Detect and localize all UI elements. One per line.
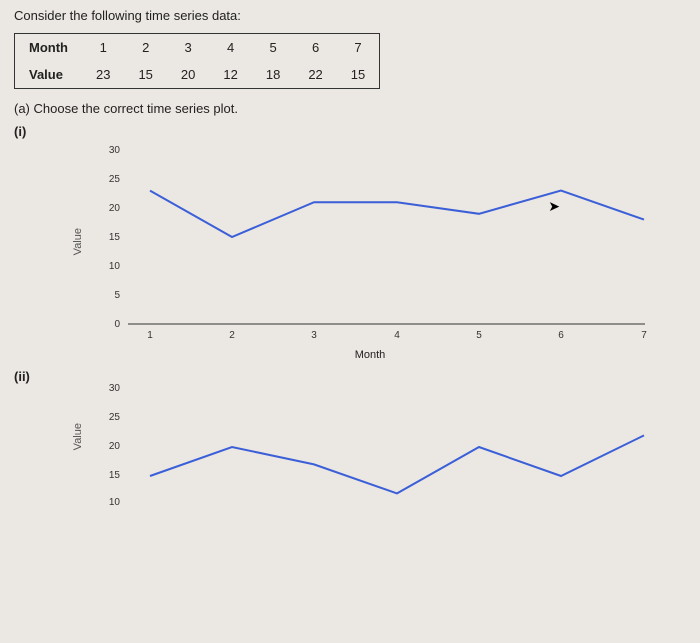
table-cell: 7 [337, 34, 380, 62]
table-cell: 2 [124, 34, 166, 62]
chart-label-ii: (ii) [14, 367, 44, 384]
row-header: Value [15, 61, 82, 89]
chart-i: Value 0 5 10 15 20 25 30 1 2 [72, 122, 650, 361]
x-tick: 6 [558, 330, 564, 341]
table-cell: 22 [294, 61, 336, 89]
x-axis-label: Month [90, 349, 650, 361]
chart-i-svg: 0 5 10 15 20 25 30 1 2 3 4 5 6 [90, 122, 650, 347]
chart-ii-svg: 10 15 20 25 30 [90, 367, 650, 507]
y-tick: 10 [109, 497, 121, 507]
table-cell: 4 [209, 34, 251, 62]
y-tick: 20 [109, 203, 121, 214]
table-cell: 3 [167, 34, 209, 62]
y-axis-label: Value [72, 228, 84, 255]
table-cell: 20 [167, 61, 209, 89]
x-tick: 2 [229, 330, 235, 341]
x-tick: 4 [394, 330, 400, 341]
part-a-text: (a) Choose the correct time series plot. [14, 101, 686, 116]
table-cell: 5 [252, 34, 294, 62]
table-cell: 18 [252, 61, 294, 89]
chart-ii: Value 10 15 20 25 30 [72, 367, 650, 507]
y-tick: 10 [109, 261, 121, 272]
y-tick: 15 [109, 470, 121, 481]
y-tick: 5 [114, 290, 120, 301]
table-cell: 1 [82, 34, 124, 62]
table-cell: 15 [337, 61, 380, 89]
y-tick: 0 [114, 319, 120, 330]
table-row: Value 23 15 20 12 18 22 15 [15, 61, 380, 89]
x-tick: 3 [311, 330, 317, 341]
table-row: Month 1 2 3 4 5 6 7 [15, 34, 380, 62]
x-tick: 1 [147, 330, 153, 341]
y-tick: 20 [109, 441, 121, 452]
table-cell: 15 [124, 61, 166, 89]
y-tick: 25 [109, 412, 121, 423]
data-line [150, 191, 644, 237]
y-axis-label: Value [72, 423, 84, 450]
chart-label-i: (i) [14, 122, 44, 139]
x-tick: 5 [476, 330, 482, 341]
row-header: Month [15, 34, 82, 62]
y-tick: 15 [109, 232, 121, 243]
data-table: Month 1 2 3 4 5 6 7 Value 23 15 20 12 18… [14, 33, 380, 89]
data-line [150, 435, 644, 493]
table-cell: 12 [209, 61, 251, 89]
table-cell: 6 [294, 34, 336, 62]
question-prompt: Consider the following time series data: [14, 8, 686, 23]
y-tick: 30 [109, 145, 121, 156]
table-cell: 23 [82, 61, 124, 89]
x-tick: 7 [641, 330, 647, 341]
y-tick: 30 [109, 383, 121, 394]
y-tick: 25 [109, 174, 121, 185]
